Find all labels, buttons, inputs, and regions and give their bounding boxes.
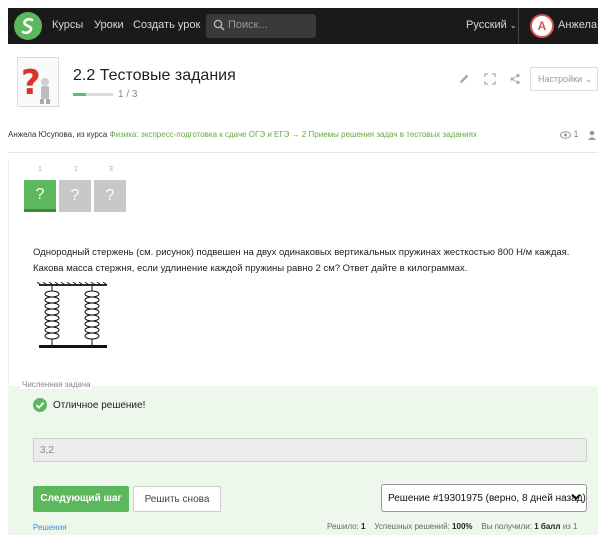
chevron-down-icon: ⌄	[509, 21, 517, 30]
user-name: Анжела	[558, 19, 598, 31]
avatar[interactable]: А	[530, 14, 554, 38]
edit-button[interactable]	[452, 67, 476, 91]
lesson-progress-bar	[73, 93, 113, 96]
user-menu[interactable]: Анжела ⌄	[558, 19, 598, 31]
question-line-1: Однородный стержень (см. рисунок) подвеш…	[33, 247, 570, 258]
step-number-2: 2	[74, 166, 78, 173]
retry-button[interactable]: Решить снова	[133, 486, 221, 512]
solutions-link[interactable]: Решения	[33, 523, 67, 532]
next-step-button[interactable]: Следующий шаг	[33, 486, 129, 512]
svg-text:?: ?	[21, 63, 41, 103]
share-icon	[510, 73, 520, 85]
step-tab-1[interactable]: ?	[24, 180, 56, 212]
views-counter: 1	[560, 129, 597, 140]
step-tab-3[interactable]: ?	[94, 180, 126, 212]
search-input[interactable]: Поиск...	[206, 14, 316, 38]
nav-link-create-lesson[interactable]: Создать урок	[133, 19, 200, 31]
nav-divider	[518, 8, 519, 44]
solved-label: Решило:	[327, 522, 359, 531]
step-number-1: 1	[38, 166, 42, 173]
chevron-down-icon	[571, 493, 581, 501]
score-label: Вы получили:	[481, 522, 532, 531]
chevron-down-icon: ⌄	[584, 74, 593, 84]
success-label: Успешных решений:	[374, 522, 450, 531]
lesson-progress-text: 1 / 3	[118, 89, 138, 100]
search-icon	[213, 19, 225, 31]
springs-figure	[36, 282, 108, 348]
views-count: 1	[573, 129, 579, 139]
settings-button[interactable]: Настройки ⌄	[530, 67, 598, 91]
stepik-logo-icon[interactable]	[14, 12, 42, 40]
search-placeholder: Поиск...	[228, 19, 268, 31]
score-value: 1 балл	[534, 522, 561, 531]
task-type-label: Численная задача	[20, 380, 93, 389]
nav-link-courses[interactable]: Курсы	[52, 19, 83, 31]
solution-select[interactable]: Решение #19301975 (верно, 8 дней назад)	[381, 484, 587, 512]
page-title: 2.2 Тестовые задания	[73, 67, 236, 84]
nav-link-lessons[interactable]: Уроки	[94, 19, 124, 31]
status-message: Отличное решение!	[53, 400, 146, 411]
share-button[interactable]	[503, 67, 527, 91]
language-label: Русский	[466, 19, 507, 31]
step-stats: Решило: 1 Успешных решений: 100% Вы полу…	[327, 522, 578, 531]
fullscreen-button[interactable]	[478, 67, 502, 91]
score-suffix: из 1	[562, 522, 578, 531]
solved-value: 1	[360, 522, 366, 531]
question-line-2: Какова масса стержня, если удлинение каж…	[33, 263, 468, 274]
eye-icon	[560, 130, 571, 139]
success-value: 100%	[452, 522, 473, 531]
user-icon[interactable]	[587, 130, 597, 140]
question-text: Однородный стержень (см. рисунок) подвеш…	[33, 245, 593, 277]
lesson-question-icon: ?	[17, 57, 59, 107]
check-circle-icon	[33, 398, 47, 412]
lesson-progress-fill	[73, 93, 87, 96]
answer-field[interactable]: 3,2	[33, 438, 587, 462]
language-selector[interactable]: Русский ⌄	[466, 19, 517, 31]
fullscreen-icon	[484, 73, 496, 85]
step-tab-2[interactable]: ?	[59, 180, 91, 212]
solution-select-value: Решение #19301975 (верно, 8 дней назад)	[388, 493, 586, 504]
avatar-initial: А	[537, 19, 547, 33]
course-link[interactable]: Физика: экспресс-подготовка к сдаче ОГЭ …	[110, 130, 477, 139]
step-number-3: 3	[109, 166, 113, 173]
breadcrumb-prefix: , из курса	[72, 130, 110, 139]
breadcrumb: Анжела Юсупова, из курса Физика: экспрес…	[8, 130, 477, 139]
author-name[interactable]: Анжела Юсупова	[8, 130, 72, 139]
settings-label: Настройки	[538, 74, 583, 84]
pencil-icon	[460, 74, 469, 83]
divider	[8, 152, 598, 153]
top-nav: Курсы Уроки Создать урок Поиск... Русски…	[8, 8, 598, 44]
